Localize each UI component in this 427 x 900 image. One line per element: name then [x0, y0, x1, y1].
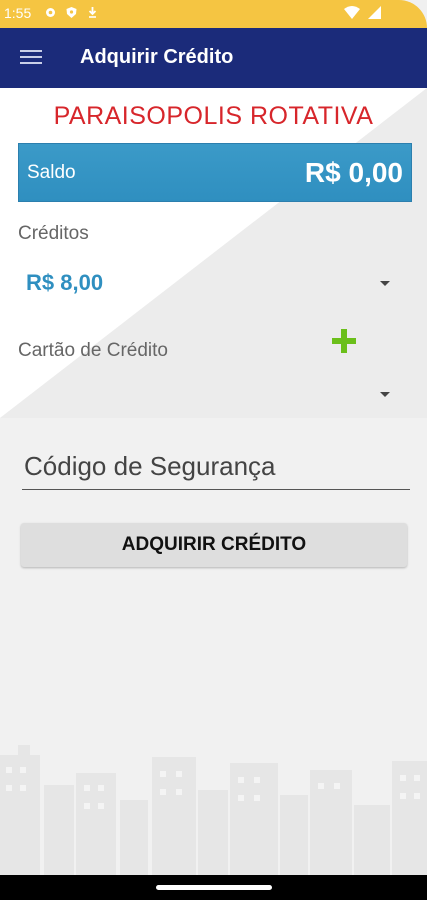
- app-bar: Adquirir Crédito: [0, 28, 427, 88]
- city-skyline-image: [0, 745, 427, 875]
- home-gesture-handle[interactable]: [156, 885, 272, 890]
- status-bar: 1:55: [0, 0, 427, 28]
- status-icons-right: [344, 6, 381, 24]
- chevron-down-icon: [380, 281, 390, 286]
- status-icons-left: [44, 6, 99, 19]
- credits-selected-value: R$ 8,00: [26, 270, 104, 295]
- credits-label: Créditos: [18, 223, 89, 244]
- credits-select[interactable]: R$ 8,00: [18, 260, 410, 306]
- security-code-input[interactable]: [22, 443, 410, 490]
- gear-icon: [44, 6, 57, 19]
- main-content: PARAISOPOLIS ROTATIVA Saldo R$ 0,00 Créd…: [0, 88, 427, 875]
- wifi-icon: [344, 6, 360, 24]
- download-icon: [86, 6, 99, 19]
- organization-name: PARAISOPOLIS ROTATIVA: [53, 102, 374, 130]
- background-decoration: [0, 88, 427, 418]
- credit-card-label: Cartão de Crédito: [18, 340, 168, 361]
- credit-card-select[interactable]: [18, 373, 410, 415]
- balance-label: Saldo: [27, 162, 76, 183]
- chevron-down-icon: [380, 392, 390, 397]
- app-screen: 1:55 Adquirir Crédito PARAISOPOLIS ROTAT…: [0, 0, 427, 900]
- status-time: 1:55: [4, 5, 32, 21]
- signal-icon: [368, 6, 381, 24]
- balance-value: R$ 0,00: [304, 157, 403, 188]
- navigation-bar: [0, 875, 427, 900]
- shield-icon: [65, 6, 78, 19]
- buy-credit-button[interactable]: ADQUIRIR CRÉDITO: [21, 523, 407, 567]
- menu-icon[interactable]: [20, 47, 42, 69]
- page-title: Adquirir Crédito: [80, 46, 234, 68]
- balance-card: Saldo R$ 0,00: [18, 143, 412, 202]
- add-card-icon[interactable]: [331, 328, 357, 354]
